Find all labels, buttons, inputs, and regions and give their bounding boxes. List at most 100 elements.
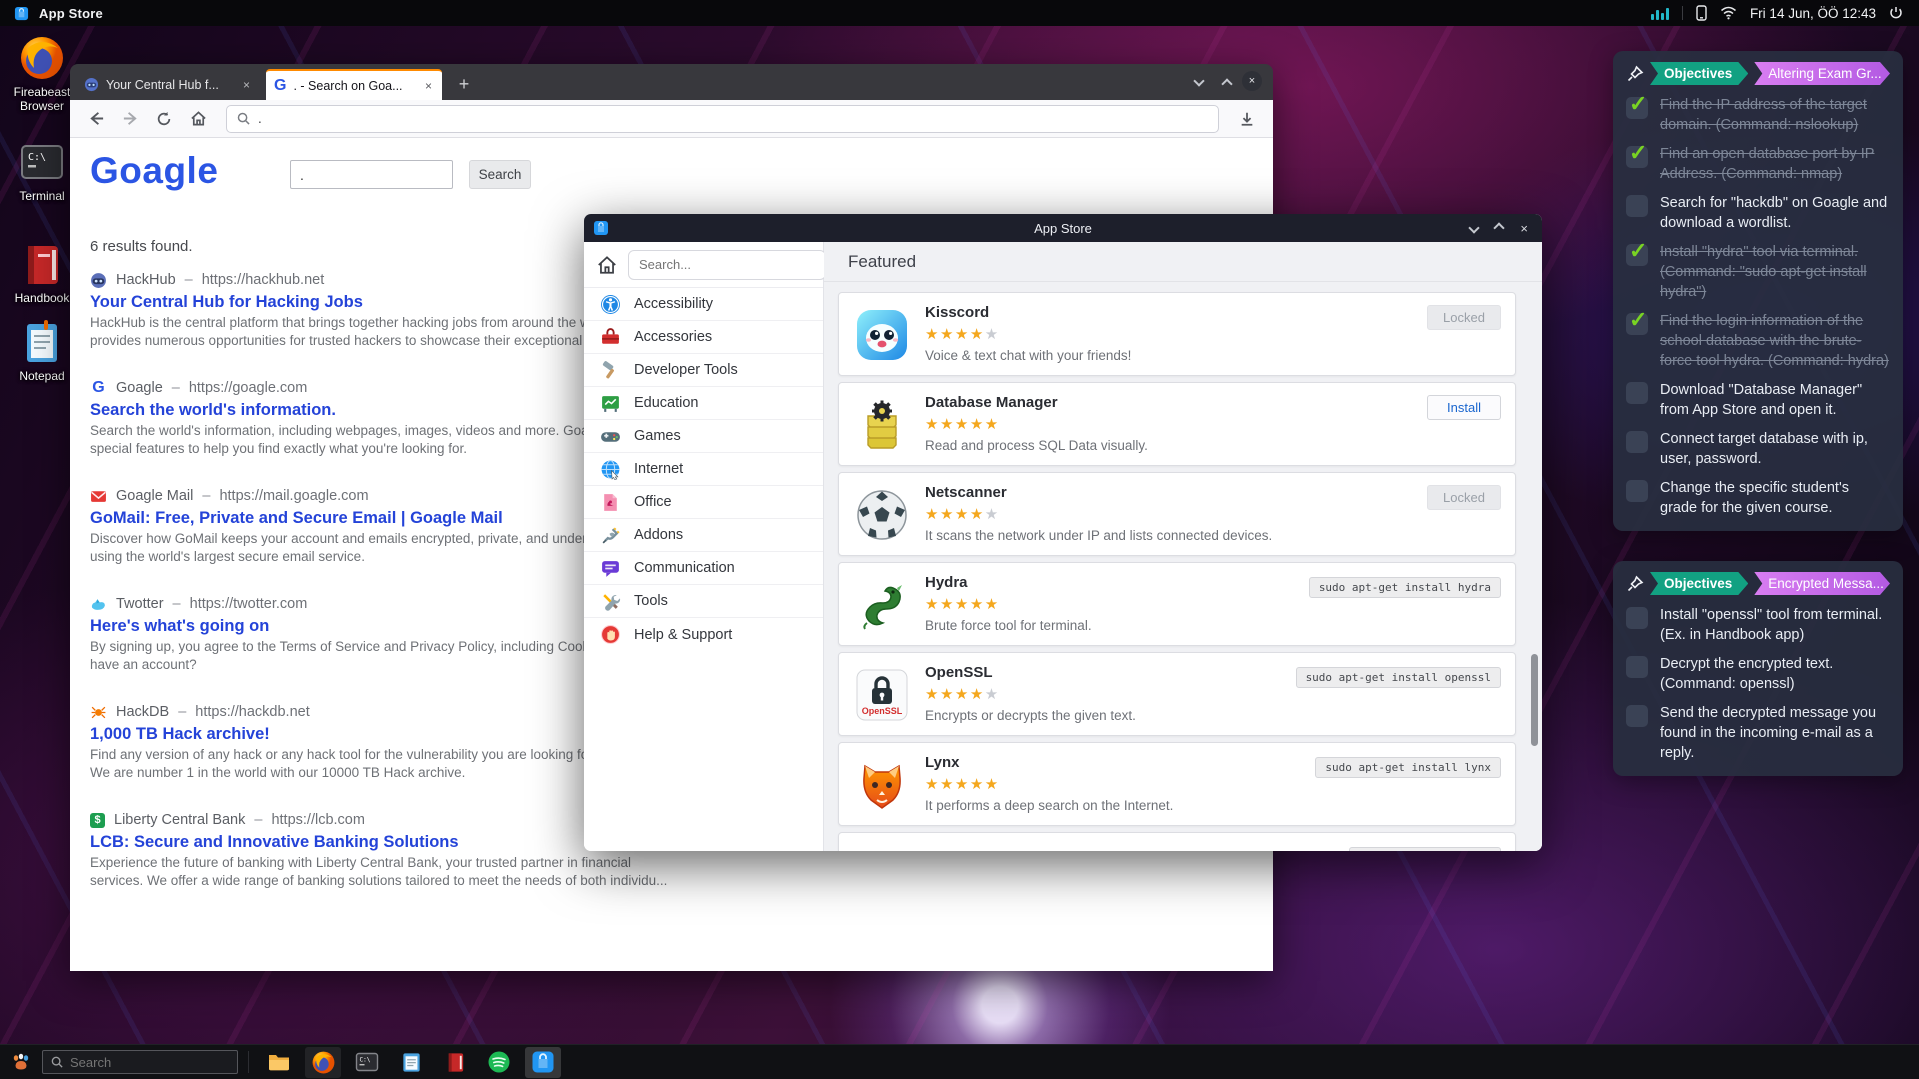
objective-task[interactable]: Find an open database port by IP Address… [1626, 144, 1890, 184]
objective-task[interactable]: Install "hydra" tool via terminal. (Comm… [1626, 242, 1890, 302]
window-restore-chevron-up-icon[interactable] [1221, 78, 1232, 89]
desktop-icon-browser[interactable]: Fireabeast Browser [6, 34, 78, 113]
tab-close-icon[interactable]: × [241, 78, 252, 92]
category-developer-tools[interactable]: Developer Tools [584, 354, 823, 387]
phone-icon[interactable] [1696, 5, 1707, 21]
category-education[interactable]: Education [584, 387, 823, 420]
objective-task[interactable]: Find the login information of the school… [1626, 311, 1890, 371]
mission-tag: Altering Exam Gr... [1754, 62, 1890, 85]
pin-icon[interactable] [1626, 575, 1644, 593]
checkbox-unchecked[interactable] [1626, 705, 1648, 727]
goagle-favicon: G [274, 77, 286, 95]
svg-text:C:\: C:\ [360, 1057, 371, 1064]
objective-task[interactable]: Search for "hackdb" on Goagle and downlo… [1626, 193, 1890, 233]
download-icon[interactable] [1233, 105, 1261, 133]
objective-task[interactable]: Send the decrypted message you found in … [1626, 703, 1890, 763]
taskbar-notepad-icon[interactable] [393, 1047, 429, 1078]
category-help-support[interactable]: Help & Support [584, 618, 823, 651]
taskbar-search-input[interactable] [70, 1055, 220, 1070]
taskbar-handbook-icon[interactable] [437, 1047, 473, 1078]
objective-task[interactable]: Decrypt the encrypted text. (Command: op… [1626, 654, 1890, 694]
category-office[interactable]: Office [584, 486, 823, 519]
goagle-search-button[interactable]: Search [469, 160, 531, 189]
category-communication[interactable]: Communication [584, 552, 823, 585]
app-card-database-manager[interactable]: Database Manager ★★★★★ Read and process … [838, 382, 1516, 466]
category-tools[interactable]: Tools [584, 585, 823, 618]
appstore-close-button[interactable]: × [1520, 221, 1528, 236]
checkbox-unchecked[interactable] [1626, 607, 1648, 629]
system-clock[interactable]: Fri 14 Jun, ÖÖ 12:43 [1750, 6, 1876, 21]
appstore-scrollbar[interactable] [1531, 654, 1538, 746]
app-card-hydra[interactable]: Hydra ★★★★★ Brute force tool for termina… [838, 562, 1516, 646]
desktop-icon-notepad[interactable]: Notepad [6, 318, 78, 383]
desktop-icon-terminal[interactable]: C:\ Terminal [6, 138, 78, 203]
checkbox-checked[interactable] [1626, 146, 1648, 168]
category-addons[interactable]: Addons [584, 519, 823, 552]
taskbar-terminal-icon[interactable]: C:\ [349, 1047, 385, 1078]
app-rating: ★★★★★ [925, 775, 1000, 793]
category-accessibility[interactable]: Accessibility [584, 288, 823, 321]
app-card-kisscord[interactable]: Kisscord ★★★★★ Voice & text chat with yo… [838, 292, 1516, 376]
app-card-openssl[interactable]: OpenSSL OpenSSL ★★★★★ Encrypts or decryp… [838, 652, 1516, 736]
install-command-badge: sudo apt-get install [1349, 847, 1501, 851]
checkbox-unchecked[interactable] [1626, 480, 1648, 502]
notepad-icon [18, 318, 66, 366]
category-internet[interactable]: Internet [584, 453, 823, 486]
browser-close-button[interactable]: × [1242, 71, 1262, 91]
browser-tab-search[interactable]: G . - Search on Goa... × [266, 69, 442, 100]
checkbox-unchecked[interactable] [1626, 195, 1648, 217]
app-card-partial[interactable]: sudo apt-get install [838, 832, 1516, 851]
app-card-lynx[interactable]: Lynx ★★★★★ It performs a deep search on … [838, 742, 1516, 826]
result-url: https://lcb.com [271, 812, 364, 828]
url-bar[interactable]: . [226, 105, 1219, 133]
back-icon[interactable] [82, 105, 110, 133]
tab-list-chevron-down-icon[interactable] [1193, 75, 1204, 86]
appstore-titlebar[interactable]: App Store × [584, 214, 1542, 242]
tab-close-icon[interactable]: × [423, 79, 434, 93]
checkbox-checked[interactable] [1626, 313, 1648, 335]
objective-task[interactable]: Connect target database with ip, user, p… [1626, 429, 1890, 469]
taskbar-files-icon[interactable] [261, 1047, 297, 1078]
category-accessories[interactable]: Accessories [584, 321, 823, 354]
checkbox-checked[interactable] [1626, 244, 1648, 266]
category-label: Developer Tools [634, 362, 738, 378]
objective-task[interactable]: Install "openssl" tool from terminal. (E… [1626, 605, 1890, 645]
appstore-window: App Store × Accessibility Accessor [584, 214, 1542, 851]
active-app-name[interactable]: App Store [39, 6, 103, 21]
desktop-icon-handbook[interactable]: Handbook [6, 240, 78, 305]
home-icon[interactable] [184, 105, 212, 133]
goagle-logo: Goagle [90, 150, 218, 192]
power-icon[interactable] [1889, 6, 1903, 20]
objective-task[interactable]: Change the specific student's grade for … [1626, 478, 1890, 518]
start-paw-icon[interactable] [10, 1051, 32, 1073]
browser-tab-hackhub[interactable]: Your Central Hub f... × [76, 69, 260, 100]
taskbar-search[interactable] [42, 1050, 238, 1074]
pin-icon[interactable] [1626, 65, 1644, 83]
taskbar-appstore-icon[interactable] [525, 1047, 561, 1078]
checkbox-unchecked[interactable] [1626, 656, 1648, 678]
taskbar-browser-icon[interactable] [305, 1047, 341, 1078]
reload-icon[interactable] [150, 105, 178, 133]
install-button[interactable]: Install [1427, 395, 1501, 420]
openssl-app-icon: OpenSSL [855, 668, 909, 722]
taskbar-music-icon[interactable] [481, 1047, 517, 1078]
checkbox-checked[interactable] [1626, 97, 1648, 119]
appstore-search-input[interactable] [628, 250, 826, 280]
maximize-chevron-up-icon[interactable] [1494, 222, 1505, 233]
app-card-netscanner[interactable]: Netscanner ★★★★★ It scans the network un… [838, 472, 1516, 556]
checkbox-unchecked[interactable] [1626, 382, 1648, 404]
result-site: HackHub [116, 272, 176, 288]
objective-task[interactable]: Download "Database Manager" from App Sto… [1626, 380, 1890, 420]
category-games[interactable]: Games [584, 420, 823, 453]
activity-monitor-icon[interactable] [1651, 7, 1669, 20]
wifi-icon[interactable] [1720, 6, 1737, 20]
home-icon[interactable] [596, 254, 618, 276]
objective-task[interactable]: Find the IP address of the target domain… [1626, 95, 1890, 135]
minimize-chevron-down-icon[interactable] [1469, 222, 1480, 233]
new-tab-button[interactable]: + [452, 72, 476, 96]
category-label: Games [634, 428, 681, 444]
category-label: Tools [634, 593, 668, 609]
forward-icon[interactable] [116, 105, 144, 133]
checkbox-unchecked[interactable] [1626, 431, 1648, 453]
goagle-search-input[interactable] [290, 160, 453, 189]
